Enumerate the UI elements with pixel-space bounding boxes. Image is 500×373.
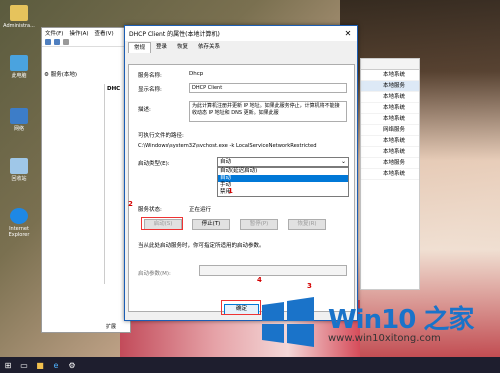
- startup-type-dropdown: 自动(延迟启动) 自动 手动 禁用: [217, 167, 349, 197]
- services-menubar: 文件(F) 操作(A) 查看(V): [42, 28, 130, 37]
- exe-path-label: 可执行文件的路径:: [138, 133, 184, 139]
- watermark-url: www.win10xitong.com: [328, 333, 441, 344]
- recycle-bin-icon: [10, 158, 28, 174]
- table-row[interactable]: 本地服务: [361, 81, 419, 92]
- services-toolbar: [42, 37, 130, 47]
- list-header: [361, 59, 419, 70]
- display-name-label: 显示名称:: [138, 87, 162, 93]
- view-icon[interactable]: [63, 39, 69, 45]
- tab-extended[interactable]: 扩展: [106, 323, 116, 330]
- desktop-icon-label: 此电脑: [11, 73, 27, 79]
- desktop-icon-label: 回收站: [11, 176, 27, 182]
- services-window: 文件(F) 操作(A) 查看(V) ⚙ 服务(本地) DHC 扩展: [41, 27, 131, 333]
- startup-type-select[interactable]: 自动 ⌄: [217, 157, 349, 167]
- close-icon[interactable]: ✕: [339, 26, 357, 41]
- option-manual[interactable]: 手动: [218, 182, 348, 189]
- tab-logon[interactable]: 登录: [151, 42, 172, 53]
- params-hint: 当从此处启动服务时，你可指定所适用的启动参数。: [138, 243, 265, 249]
- tab-panel-general: 服务名称: Dhcp 显示名称: DHCP Client 描述: 为此计算机注册…: [128, 64, 355, 312]
- annotation-1: 1: [228, 187, 233, 195]
- desktop-icon-computer[interactable]: 此电脑: [2, 55, 36, 79]
- tree-services-local[interactable]: ⚙ 服务(本地): [44, 70, 77, 78]
- back-icon[interactable]: [45, 39, 51, 45]
- table-row[interactable]: 本地系统: [361, 147, 419, 158]
- forward-icon[interactable]: [54, 39, 60, 45]
- computer-icon: [10, 55, 28, 71]
- tab-recovery[interactable]: 恢复: [172, 42, 193, 53]
- ie-icon: [10, 208, 28, 224]
- option-auto-delayed[interactable]: 自动(延迟启动): [218, 168, 348, 175]
- option-auto[interactable]: 自动: [218, 175, 348, 182]
- annotation-4: 4: [257, 276, 262, 284]
- table-row[interactable]: 本地系统: [361, 169, 419, 180]
- description-field[interactable]: 为此计算机注册并更新 IP 地址。如果此服务停止，计算机将不能接收动态 IP 地…: [189, 101, 347, 122]
- startup-type-value: 自动: [220, 159, 232, 165]
- exe-path-value: C:\Windows\system32\svchost.exe -k Local…: [138, 143, 317, 149]
- table-row[interactable]: 本地系统: [361, 114, 419, 125]
- pause-button[interactable]: 暂停(P): [240, 219, 278, 230]
- services-taskbar-icon[interactable]: ⚙: [64, 357, 80, 373]
- table-row[interactable]: 本地系统: [361, 70, 419, 81]
- table-row[interactable]: 本地服务: [361, 158, 419, 169]
- start-icon[interactable]: ⊞: [0, 357, 16, 373]
- desktop-icon-label: Administra...: [3, 23, 35, 29]
- annotation-3: 3: [307, 282, 312, 290]
- menu-view[interactable]: 查看(V): [95, 29, 114, 37]
- stop-button[interactable]: 停止(T): [192, 219, 230, 230]
- gear-icon: ⚙: [44, 72, 49, 78]
- task-view-icon[interactable]: ▭: [16, 357, 32, 373]
- annotation-box-start: [141, 217, 183, 230]
- taskbar: ⊞ ▭ ■ e ⚙: [0, 357, 500, 373]
- desktop-icon-network[interactable]: 网络: [2, 108, 36, 132]
- service-name-label: 服务名称:: [138, 73, 162, 79]
- service-status-label: 服务状态:: [138, 207, 162, 213]
- params-label: 启动参数(M):: [138, 271, 171, 277]
- menu-action[interactable]: 操作(A): [69, 29, 88, 37]
- table-row[interactable]: 本地系统: [361, 136, 419, 147]
- desktop-icon-label: Internet Explorer: [8, 226, 30, 238]
- tab-general[interactable]: 常规: [128, 42, 152, 53]
- desktop-icon-admin[interactable]: Administra...: [2, 5, 36, 29]
- description-label: 描述:: [138, 107, 151, 113]
- params-input[interactable]: [199, 265, 347, 276]
- desktop-icon-ie[interactable]: Internet Explorer: [2, 208, 36, 238]
- file-explorer-icon[interactable]: ■: [32, 357, 48, 373]
- desktop-icon-recycle[interactable]: 回收站: [2, 158, 36, 182]
- annotation-2: 2: [128, 200, 133, 208]
- resume-button[interactable]: 恢复(R): [288, 219, 326, 230]
- menu-file[interactable]: 文件(F): [45, 29, 63, 37]
- user-folder-icon: [10, 5, 28, 21]
- windows-logo-icon: [262, 297, 314, 347]
- dialog-titlebar: DHCP Client 的属性(本地计算机) ✕: [125, 26, 357, 41]
- dialog-tabs: 常规 登录 恢复 依存关系: [125, 41, 357, 53]
- tab-dependencies[interactable]: 依存关系: [193, 42, 225, 53]
- dialog-title: DHCP Client 的属性(本地计算机): [129, 31, 220, 38]
- services-list: 本地系统 本地服务 本地系统 本地系统 本地系统 网络服务 本地系统 本地系统 …: [360, 58, 420, 290]
- startup-type-label: 启动类型(E):: [138, 161, 170, 167]
- service-name-value: Dhcp: [189, 71, 204, 77]
- watermark: Win10 之家 www.win10xitong.com: [258, 297, 498, 353]
- table-row[interactable]: 网络服务: [361, 125, 419, 136]
- option-disabled[interactable]: 禁用: [218, 189, 348, 196]
- watermark-brand: Win10 之家: [328, 305, 474, 335]
- ie-taskbar-icon[interactable]: e: [48, 357, 64, 373]
- tree-item-label: 服务(本地): [50, 72, 77, 78]
- table-row[interactable]: 本地系统: [361, 103, 419, 114]
- table-row[interactable]: 本地系统: [361, 92, 419, 103]
- display-name-field[interactable]: DHCP Client: [189, 83, 347, 93]
- desktop-icon-label: 网络: [13, 126, 24, 132]
- annotation-box-ok: [221, 300, 261, 315]
- chevron-down-icon: ⌄: [340, 158, 346, 165]
- properties-dialog: DHCP Client 的属性(本地计算机) ✕ 常规 登录 恢复 依存关系 服…: [124, 25, 358, 321]
- service-status-value: 正在运行: [189, 207, 212, 213]
- network-icon: [10, 108, 28, 124]
